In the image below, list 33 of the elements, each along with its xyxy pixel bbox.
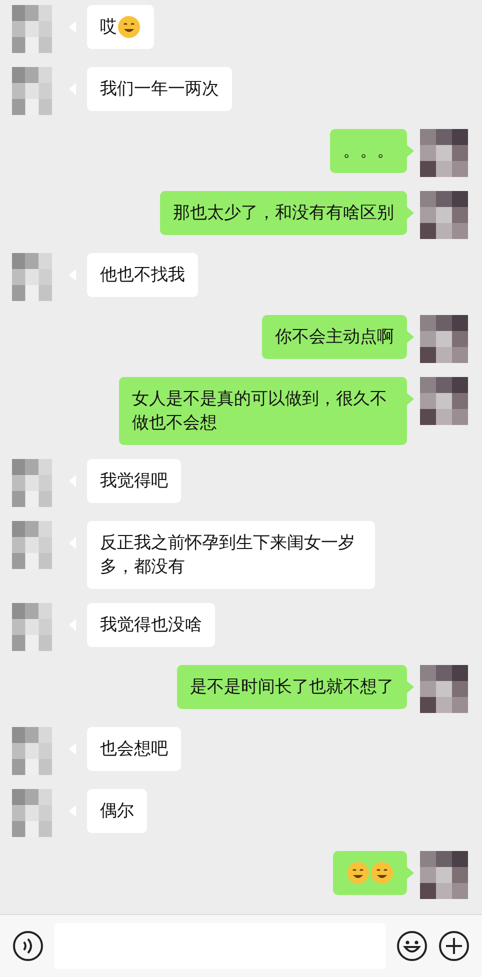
message-bubble: 。。。	[330, 129, 407, 173]
message-bubble: 也会想吧	[87, 727, 181, 771]
smiley-emoji-icon	[117, 15, 141, 40]
plus-icon[interactable]	[438, 930, 470, 962]
message-bubble: 是不是时间长了也就不想了	[177, 665, 407, 709]
avatar[interactable]	[12, 459, 52, 507]
avatar[interactable]	[420, 191, 468, 239]
message-bubble: 女人是不是真的可以做到，很久不做也不会想	[119, 377, 407, 445]
message-bubble: 反正我之前怀孕到生下来闺女一岁多，都没有	[87, 521, 375, 589]
message-bubble: 那也太少了，和没有有啥区别	[160, 191, 407, 235]
avatar[interactable]	[12, 67, 52, 115]
avatar[interactable]	[12, 789, 52, 837]
message-bubble: 我觉得也没啥	[87, 603, 215, 647]
message-bubble: 我们一年一两次	[87, 67, 232, 111]
avatar[interactable]	[12, 253, 52, 301]
smiley-icon[interactable]	[396, 930, 428, 962]
avatar[interactable]	[420, 129, 468, 177]
avatar[interactable]	[12, 727, 52, 775]
avatar[interactable]	[12, 603, 52, 651]
smiley-emoji-icon	[370, 861, 394, 886]
smiley-emoji-icon	[346, 861, 370, 886]
avatar[interactable]	[12, 5, 52, 53]
voice-icon[interactable]	[12, 930, 44, 962]
message-bubble: 偶尔	[87, 789, 147, 833]
message-bubble: 哎	[87, 5, 154, 50]
avatar[interactable]	[12, 521, 52, 569]
message-bubble: 我觉得吧	[87, 459, 181, 503]
message-bubble: 他也不找我	[87, 253, 198, 297]
message-bubble: 你不会主动点啊	[262, 315, 407, 359]
avatar[interactable]	[420, 315, 468, 363]
avatar[interactable]	[420, 665, 468, 713]
avatar[interactable]	[420, 377, 468, 425]
avatar[interactable]	[420, 851, 468, 899]
